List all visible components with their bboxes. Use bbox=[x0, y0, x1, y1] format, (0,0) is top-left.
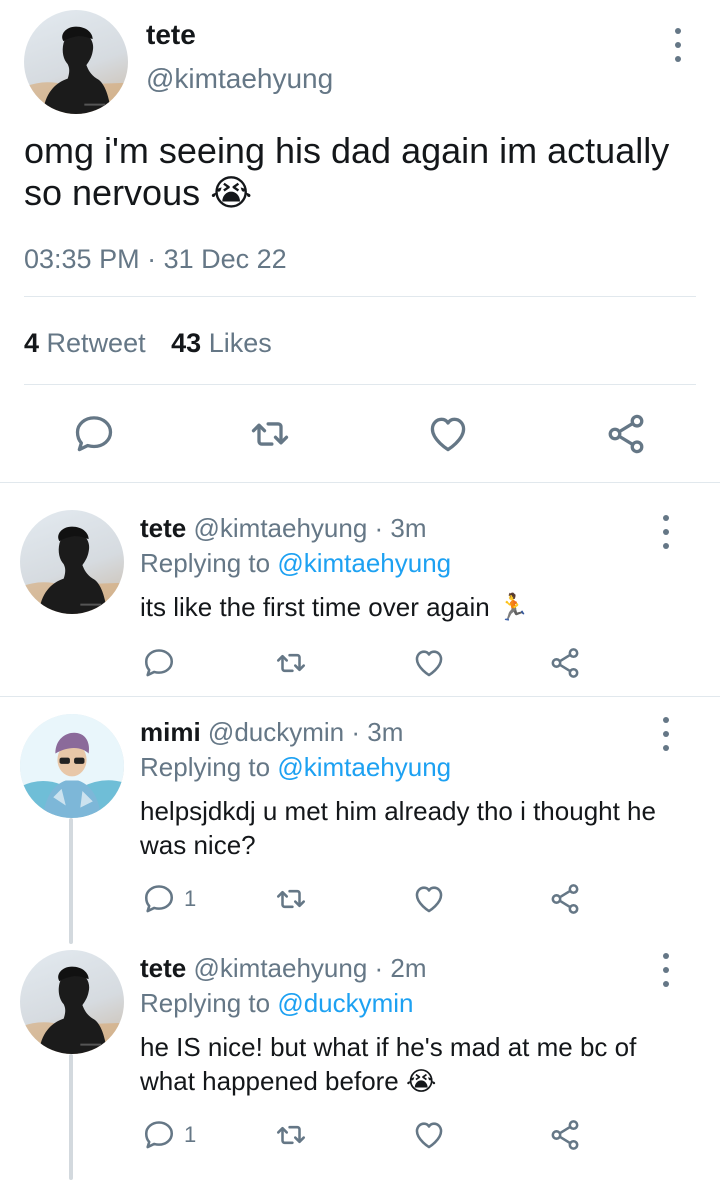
reply-icon[interactable] bbox=[72, 412, 116, 456]
retweet-icon[interactable] bbox=[246, 412, 294, 456]
reply-avatar[interactable] bbox=[20, 950, 124, 1054]
reply-avatar[interactable] bbox=[20, 714, 124, 818]
replying-to: Replying to @duckymin bbox=[140, 986, 414, 1020]
reply-text: he IS nice! but what if he's mad at me b… bbox=[140, 1030, 690, 1099]
reply-display-name[interactable]: mimi bbox=[140, 717, 201, 747]
reply-action[interactable]: 1 bbox=[142, 882, 196, 916]
reply-text: helpsjdkdj u met him already tho i thoug… bbox=[140, 794, 680, 862]
avatar-photo bbox=[20, 714, 124, 818]
more-options-icon[interactable] bbox=[668, 28, 688, 62]
section-divider bbox=[0, 696, 720, 697]
reply-time: · 2m bbox=[374, 953, 427, 983]
share-icon[interactable] bbox=[604, 412, 648, 456]
reply-text: its like the first time over again 🏃 bbox=[140, 590, 680, 625]
tweet-timestamp: 03:35 PM · 31 Dec 22 bbox=[24, 242, 287, 276]
reply-icon[interactable] bbox=[142, 882, 176, 916]
reply-text-body: its like the first time over again bbox=[140, 592, 490, 622]
reply-text-body: he IS nice! but what if he's mad at me b… bbox=[140, 1032, 637, 1096]
replying-to: Replying to @kimtaehyung bbox=[140, 546, 451, 580]
reply-time: · 3m bbox=[374, 513, 427, 543]
author-avatar[interactable] bbox=[24, 10, 128, 114]
thread-connector bbox=[69, 818, 73, 944]
reply-avatar[interactable] bbox=[20, 510, 124, 614]
tweet-text: omg i'm seeing his dad again im actually… bbox=[24, 130, 696, 215]
avatar-photo bbox=[20, 950, 124, 1054]
tweet-stats: 4 Retweet 43 Likes bbox=[24, 326, 272, 360]
crying-emoji-icon: 😭 bbox=[406, 1067, 437, 1097]
reply-text-body: helpsjdkdj u met him already tho i thoug… bbox=[140, 796, 656, 860]
heart-icon[interactable] bbox=[412, 882, 446, 916]
like-label: Likes bbox=[208, 328, 272, 358]
running-emoji-icon: 🏃 bbox=[496, 593, 530, 623]
author-display-name[interactable]: tete bbox=[146, 18, 196, 52]
retweet-icon[interactable] bbox=[272, 882, 310, 916]
more-options-icon[interactable] bbox=[656, 717, 676, 751]
replying-to-prefix: Replying to bbox=[140, 988, 271, 1018]
reply-display-name[interactable]: tete bbox=[140, 953, 186, 983]
replying-to-prefix: Replying to bbox=[140, 752, 271, 782]
avatar-photo bbox=[20, 510, 124, 614]
reply-action[interactable]: 1 bbox=[142, 1118, 196, 1152]
replying-to-handle[interactable]: @duckymin bbox=[277, 988, 413, 1018]
more-options-icon[interactable] bbox=[656, 515, 676, 549]
retweet-icon[interactable] bbox=[272, 1118, 310, 1152]
like-count: 43 bbox=[171, 328, 202, 358]
thread-connector bbox=[69, 1054, 73, 1180]
heart-icon[interactable] bbox=[412, 1118, 446, 1152]
replying-to-handle[interactable]: @kimtaehyung bbox=[277, 548, 451, 578]
replying-to: Replying to @kimtaehyung bbox=[140, 750, 451, 784]
share-icon[interactable] bbox=[548, 646, 582, 680]
reply-icon[interactable] bbox=[142, 1118, 176, 1152]
retweet-label: Retweet bbox=[46, 328, 146, 358]
tweet-text-body: omg i'm seeing his dad again im actually… bbox=[24, 130, 670, 213]
reply-header: tete @kimtaehyung · 2m bbox=[140, 951, 427, 985]
divider bbox=[24, 296, 696, 297]
reply-header: mimi @duckymin · 3m bbox=[140, 715, 403, 749]
reply-display-name[interactable]: tete bbox=[140, 513, 186, 543]
more-options-icon[interactable] bbox=[656, 953, 676, 987]
reply-handle[interactable]: @kimtaehyung bbox=[193, 513, 367, 543]
retweet-count: 4 bbox=[24, 328, 40, 358]
divider bbox=[24, 384, 696, 385]
reply-handle[interactable]: @duckymin bbox=[208, 717, 344, 747]
crying-emoji-icon: 😭 bbox=[210, 173, 253, 214]
likes-stat[interactable]: 43 Likes bbox=[171, 328, 272, 358]
author-handle[interactable]: @kimtaehyung bbox=[146, 62, 333, 96]
avatar-photo bbox=[24, 10, 128, 114]
retweet-icon[interactable] bbox=[272, 646, 310, 680]
replying-to-handle[interactable]: @kimtaehyung bbox=[277, 752, 451, 782]
tweet-date: 31 Dec 22 bbox=[163, 244, 287, 274]
share-icon[interactable] bbox=[548, 882, 582, 916]
reply-handle[interactable]: @kimtaehyung bbox=[193, 953, 367, 983]
replying-to-prefix: Replying to bbox=[140, 548, 271, 578]
reply-time: · 3m bbox=[351, 717, 404, 747]
heart-icon[interactable] bbox=[426, 412, 470, 456]
reply-count: 1 bbox=[184, 886, 197, 911]
heart-icon[interactable] bbox=[412, 646, 446, 680]
reply-icon[interactable] bbox=[142, 646, 176, 680]
timestamp-separator: · bbox=[147, 244, 157, 274]
share-icon[interactable] bbox=[548, 1118, 582, 1152]
reply-header: tete @kimtaehyung · 3m bbox=[140, 511, 427, 545]
tweet-time: 03:35 PM bbox=[24, 244, 140, 274]
reply-count: 1 bbox=[184, 1122, 197, 1147]
section-divider bbox=[0, 482, 720, 483]
retweet-stat[interactable]: 4 Retweet bbox=[24, 328, 153, 358]
